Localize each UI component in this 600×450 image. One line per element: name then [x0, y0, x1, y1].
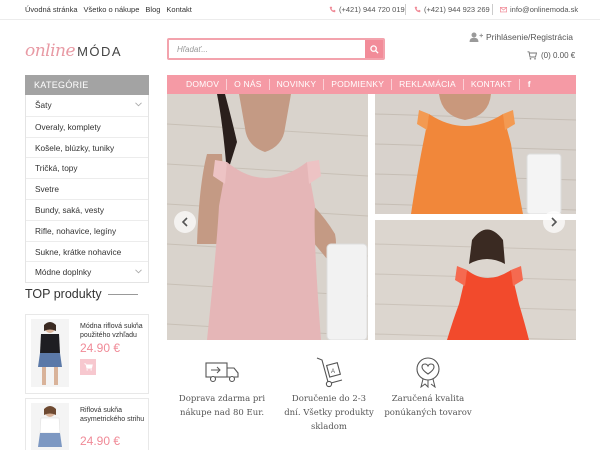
top-link-blog[interactable]: Blog [145, 5, 160, 14]
heart-badge-icon [416, 357, 440, 388]
nav-item-domov[interactable]: DOMOV [167, 75, 226, 94]
category-item-tricka[interactable]: Tričká, topy [26, 157, 148, 178]
nav-item-podmienky[interactable]: PODMIENKY [324, 75, 391, 94]
email-contact[interactable]: info@onlinemoda.sk [500, 5, 578, 14]
hand-truck-icon: A [316, 357, 343, 388]
product-card[interactable]: Módna riflová sukňa použitého vzhľadu 24… [25, 314, 149, 394]
chevron-down-icon [135, 102, 142, 107]
cart-summary[interactable]: (0) 0.00 € [527, 51, 575, 60]
product-name[interactable]: Riflová sukňa asymetrického strihu [80, 406, 146, 424]
search-icon [369, 44, 379, 54]
category-list: Šaty Overaly, komplety Košele, blúzky, t… [25, 95, 149, 284]
hero-slider[interactable] [167, 94, 576, 340]
nav-item-kontakt[interactable]: KONTAKT [464, 75, 519, 94]
top-products-title: TOP produkty [25, 287, 102, 301]
site-logo[interactable]: online MÓDA [25, 33, 122, 61]
phone-icon [329, 6, 336, 13]
chevron-left-icon [181, 217, 188, 227]
category-label: Bundy, saká, vesty [35, 204, 105, 215]
benefit-line: Doprava zdarma pri [178, 394, 266, 404]
product-price: 24.90 € [80, 341, 121, 355]
benefit-fast-delivery: A Doručenie do 2-3 dní. Všetky produkty … [274, 352, 384, 434]
hero-image [167, 94, 576, 340]
category-item-overaly[interactable]: Overaly, komplety [26, 115, 148, 137]
benefit-line: Zaručená kvalita [391, 394, 465, 404]
category-label: Sukne, krátke nohavice [35, 246, 122, 257]
chevron-right-icon [551, 217, 558, 227]
top-link-contact[interactable]: Kontakt [166, 5, 191, 14]
benefit-line: Doručenie do 2-3 [291, 394, 367, 404]
phone-contact-2[interactable]: (+421) 944 923 269 [414, 5, 490, 14]
product-photo [31, 319, 69, 387]
top-divider [405, 4, 406, 15]
product-name[interactable]: Módna riflová sukňa použitého vzhľadu [80, 322, 146, 340]
add-to-cart-button[interactable] [80, 359, 96, 375]
benefit-quality: Zaručená kvalita ponúkaných tovarov [373, 352, 483, 420]
cart-total: (0) 0.00 € [541, 51, 576, 60]
top-links: Úvodná stránka Všetko o nákupe Blog Kont… [25, 5, 192, 14]
benefit-text: Doprava zdarma pri nákupe nad 80 Eur. [167, 392, 277, 420]
nav-item-o-nas[interactable]: O NÁS [227, 75, 268, 94]
benefit-line: nákupe nad 80 Eur. [179, 408, 265, 418]
category-label: Overaly, komplety [35, 121, 101, 132]
benefit-free-shipping: Doprava zdarma pri nákupe nad 80 Eur. [167, 352, 277, 420]
phone-2-text: (+421) 944 923 269 [424, 5, 490, 14]
category-label: Módne doplnky [35, 267, 92, 278]
svg-text:A: A [331, 369, 335, 375]
search-input[interactable] [169, 40, 359, 58]
phone-1-text: (+421) 944 720 019 [339, 5, 405, 14]
nav-item-novinky[interactable]: NOVINKY [270, 75, 324, 94]
delivery-truck-icon [205, 362, 239, 383]
product-price: 24.90 € [80, 434, 121, 448]
login-label: Prihlásenie/Registrácia [486, 32, 573, 42]
categories-heading: KATEGÓRIE [25, 75, 149, 95]
heading-rule [107, 293, 138, 295]
category-label: Svetre [35, 184, 59, 195]
email-text: info@onlinemoda.sk [510, 5, 579, 14]
category-label: Košele, blúzky, tuniky [35, 142, 115, 153]
slider-prev-button[interactable] [174, 211, 196, 233]
nav-item-reklamacia[interactable]: REKLAMÁCIA [392, 75, 463, 94]
facebook-icon[interactable]: f [520, 75, 539, 94]
category-item-sukne[interactable]: Sukne, krátke nohavice [26, 240, 148, 262]
phone-icon [414, 6, 421, 13]
product-image[interactable] [31, 403, 69, 450]
top-products-heading: TOP produkty [25, 287, 138, 301]
main-nav: DOMOV O NÁS NOVINKY PODMIENKY REKLAMÁCIA… [167, 75, 576, 94]
slider-next-button[interactable] [543, 211, 565, 233]
envelope-icon [500, 7, 507, 13]
search-button[interactable] [365, 40, 383, 58]
category-item-doplnky[interactable]: Módne doplnky [26, 261, 148, 282]
benefit-text: Zaručená kvalita ponúkaných tovarov [373, 392, 483, 420]
category-item-svetre[interactable]: Svetre [26, 178, 148, 199]
user-add-icon [469, 32, 483, 42]
benefit-line: skladom [311, 422, 347, 432]
category-label: Tričká, topy [35, 163, 78, 174]
category-item-saty[interactable]: Šaty [26, 95, 148, 116]
category-item-kosele[interactable]: Košele, blúzky, tuniky [26, 136, 148, 158]
product-image[interactable] [31, 319, 69, 387]
top-link-shopping-info[interactable]: Všetko o nákupe [84, 5, 140, 14]
phone-contact-1[interactable]: (+421) 944 720 019 [329, 5, 405, 14]
product-photo [31, 403, 69, 450]
cart-icon [83, 363, 93, 371]
category-label: Šaty [35, 100, 52, 110]
category-item-rifle[interactable]: Rifle, nohavice, legíny [26, 219, 148, 241]
benefit-line: dní. Všetky produkty [284, 408, 374, 418]
benefit-line: ponúkaných tovarov [384, 408, 472, 418]
product-card[interactable]: Riflová sukňa asymetrického strihu 24.90… [25, 398, 149, 450]
category-label: Rifle, nohavice, legíny [35, 225, 117, 236]
login-link[interactable]: Prihlásenie/Registrácia [469, 32, 573, 42]
top-divider [492, 4, 493, 15]
logo-word: MÓDA [77, 44, 123, 59]
search-box [167, 38, 385, 60]
top-link-home[interactable]: Úvodná stránka [25, 5, 78, 14]
benefit-text: Doručenie do 2-3 dní. Všetky produkty sk… [274, 392, 384, 434]
category-item-bundy[interactable]: Bundy, saká, vesty [26, 198, 148, 220]
cart-icon [527, 51, 537, 60]
chevron-down-icon [135, 269, 142, 274]
logo-script-text: online [25, 41, 76, 61]
